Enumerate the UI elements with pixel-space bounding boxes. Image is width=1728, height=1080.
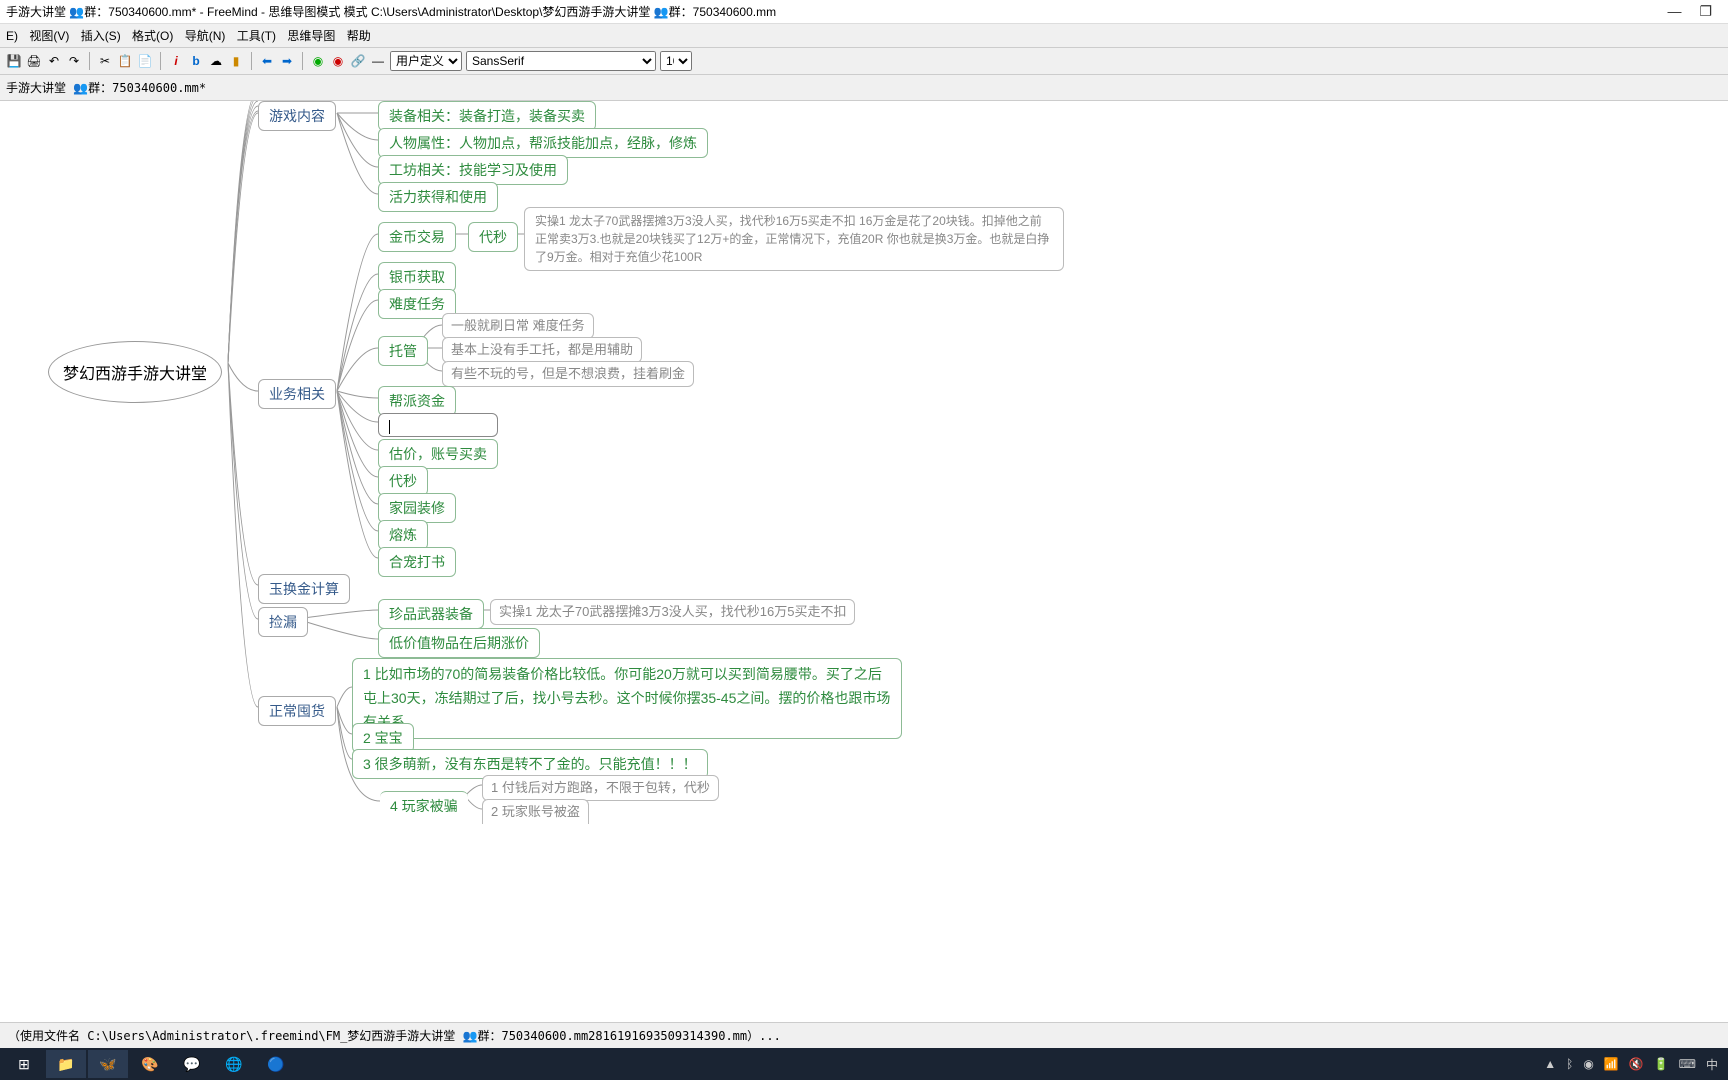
taskbar-explorer-icon[interactable]: 📁 [46, 1050, 86, 1078]
tray-network-icon[interactable]: 📶 [1604, 1057, 1619, 1071]
print-icon[interactable]: 🖨 [26, 53, 42, 69]
maximize-button[interactable]: ❐ [1699, 3, 1712, 20]
note-stock-parent[interactable]: 4 玩家被骗 [380, 791, 468, 820]
taskbar-freemind-icon[interactable]: 🦋 [88, 1050, 128, 1078]
tab-bar: 手游大讲堂 👥群：750340600.mm* [0, 75, 1728, 101]
mindmap-canvas[interactable]: 梦幻西游手游大讲堂 游戏内容 装备相关：装备打造，装备买卖 人物属性：人物加点，… [0, 101, 1728, 1041]
leaf-energy[interactable]: 活力获得和使用 [378, 182, 498, 212]
note-gold[interactable]: 实操1 龙太子70武器摆摊3万3没人买，找代秒16万5买走不扣 16万金是花了2… [524, 207, 1064, 271]
taskbar-paint-icon[interactable]: 🎨 [130, 1050, 170, 1078]
leaf-appraise[interactable]: 估价，账号买卖 [378, 439, 498, 469]
menu-view[interactable]: 视图(V) [29, 29, 69, 43]
copy-icon[interactable]: 📋 [117, 53, 133, 69]
cloud-icon[interactable]: ☁ [208, 53, 224, 69]
taskbar-start-icon[interactable]: ⊞ [4, 1050, 44, 1078]
leaf-pet[interactable]: 合宠打书 [378, 547, 456, 577]
leaf-dai-miao[interactable]: 代秒 [468, 222, 518, 252]
leaf-equip[interactable]: 装备相关：装备打造，装备买卖 [378, 101, 596, 131]
menu-format[interactable]: 格式(O) [132, 29, 173, 43]
menu-help[interactable]: 帮助 [347, 29, 371, 43]
leaf-guild-fund[interactable]: 帮派资金 [378, 386, 456, 416]
taskbar-app-icon[interactable]: 🔵 [256, 1050, 296, 1078]
toolbar: 💾 🖨 ↶ ↷ ✂ 📋 📄 i b ☁ ▮ ⬅ ➡ ◉ ◉ 🔗 — 用户定义. … [0, 48, 1728, 75]
note-stock-1[interactable]: 1 比如市场的70的简易装备价格比较低。你可能20万就可以买到简易腰带。买了之后… [352, 658, 902, 739]
tray-keyboard-icon[interactable]: ⌨ [1679, 1057, 1696, 1071]
expand-icon[interactable]: — [370, 53, 386, 69]
leaf-silver[interactable]: 银币获取 [378, 262, 456, 292]
tray-ime[interactable]: 中 [1706, 1056, 1718, 1073]
leaf-rare-equip[interactable]: 珍品武器装备 [378, 599, 484, 629]
note-rare[interactable]: 实操1 龙太子70武器摆摊3万3没人买，找代秒16万5买走不扣 [490, 599, 855, 625]
font-select[interactable]: SansSerif [466, 51, 656, 71]
note-stock-sub1[interactable]: 1 付钱后对方跑路，不限于包转，代秒 [482, 775, 719, 801]
tray-bluetooth-icon[interactable]: ᛒ [1566, 1057, 1573, 1071]
leaf-hosting[interactable]: 托管 [378, 336, 428, 366]
status-bar: （使用文件名 C:\Users\Administrator\.freemind\… [0, 1022, 1728, 1048]
cut-icon[interactable]: ✂ [97, 53, 113, 69]
tray-up-icon[interactable]: ▲ [1544, 1057, 1556, 1071]
leaf-char[interactable]: 人物属性：人物加点，帮派技能加点，经脉，修炼 [378, 128, 708, 158]
color-icon[interactable]: ▮ [228, 53, 244, 69]
tray-volume-icon[interactable]: 🔇 [1629, 1057, 1644, 1071]
note-hosting-2[interactable]: 基本上没有手工托，都是用辅助 [442, 337, 642, 363]
note-stock-sub2[interactable]: 2 玩家账号被盗 [482, 799, 589, 824]
taskbar: ⊞ 📁 🦋 🎨 💬 🌐 🔵 ▲ ᛒ ◉ 📶 🔇 🔋 ⌨ 中 [0, 1048, 1728, 1080]
italic-icon[interactable]: i [168, 53, 184, 69]
menu-tools[interactable]: 工具(T) [237, 29, 276, 43]
redo-icon[interactable]: ↷ [66, 53, 82, 69]
node-editing[interactable] [378, 413, 498, 437]
tray-nvidia-icon[interactable]: ◉ [1583, 1057, 1593, 1071]
arrow-right-icon[interactable]: ➡ [279, 53, 295, 69]
leaf-low-value[interactable]: 低价值物品在后期涨价 [378, 628, 540, 658]
node-del-icon[interactable]: ◉ [330, 53, 346, 69]
window-title: 手游大讲堂 👥群：750340600.mm* - FreeMind - 思维导图… [6, 3, 776, 20]
branch-game-content[interactable]: 游戏内容 [258, 101, 336, 131]
note-hosting-3[interactable]: 有些不玩的号，但是不想浪费，挂着刷金 [442, 361, 694, 387]
style-select[interactable]: 用户定义. [390, 51, 462, 71]
menu-insert[interactable]: 插入(S) [81, 29, 121, 43]
leaf-home[interactable]: 家园装修 [378, 493, 456, 523]
tab-active[interactable]: 手游大讲堂 👥群：750340600.mm* [6, 81, 206, 95]
undo-icon[interactable]: ↶ [46, 53, 62, 69]
save-icon[interactable]: 💾 [6, 53, 22, 69]
taskbar-edge-icon[interactable]: 🌐 [214, 1050, 254, 1078]
branch-jade-calc[interactable]: 玉换金计算 [258, 574, 350, 604]
tray-battery-icon[interactable]: 🔋 [1654, 1057, 1669, 1071]
leaf-gold-trade[interactable]: 金币交易 [378, 222, 456, 252]
node-add-icon[interactable]: ◉ [310, 53, 326, 69]
size-select[interactable]: 16 [660, 51, 692, 71]
menu-edit[interactable]: E) [6, 29, 18, 43]
paste-icon[interactable]: 📄 [137, 53, 153, 69]
menu-nav[interactable]: 导航(N) [185, 29, 226, 43]
leaf-smelt[interactable]: 熔炼 [378, 520, 428, 550]
branch-business[interactable]: 业务相关 [258, 379, 336, 409]
bold-icon[interactable]: b [188, 53, 204, 69]
taskbar-wechat-icon[interactable]: 💬 [172, 1050, 212, 1078]
arrow-left-icon[interactable]: ⬅ [259, 53, 275, 69]
note-hosting-1[interactable]: 一般就刷日常 难度任务 [442, 313, 594, 339]
leaf-dai-miao-2[interactable]: 代秒 [378, 466, 428, 496]
link-icon[interactable]: 🔗 [350, 53, 366, 69]
root-node[interactable]: 梦幻西游手游大讲堂 [48, 341, 222, 403]
menu-bar: E) 视图(V) 插入(S) 格式(O) 导航(N) 工具(T) 思维导图 帮助 [0, 24, 1728, 48]
branch-stock[interactable]: 正常囤货 [258, 696, 336, 726]
title-bar: 手游大讲堂 👥群：750340600.mm* - FreeMind - 思维导图… [0, 0, 1728, 24]
branch-leak[interactable]: 捡漏 [258, 607, 308, 637]
leaf-workshop[interactable]: 工坊相关：技能学习及使用 [378, 155, 568, 185]
menu-mindmap[interactable]: 思维导图 [287, 29, 335, 43]
minimize-button[interactable]: — [1667, 3, 1681, 20]
